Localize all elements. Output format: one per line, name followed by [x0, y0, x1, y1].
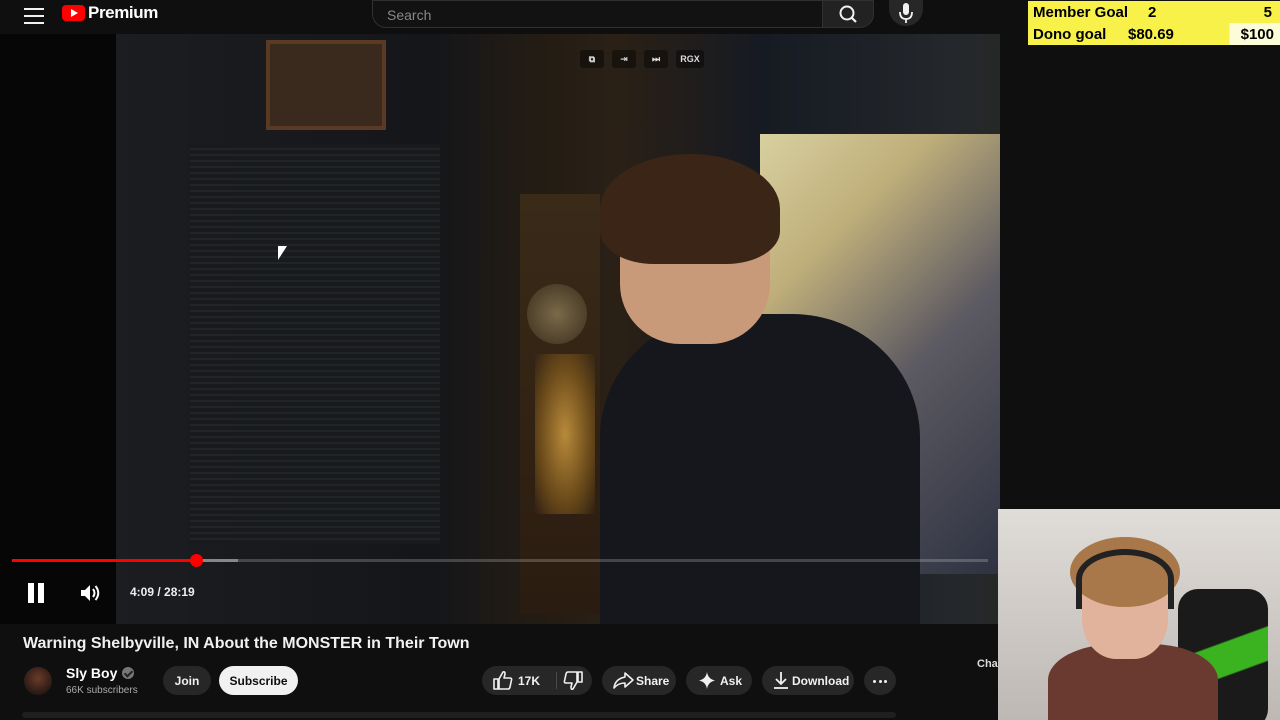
- webcam-overlay: [998, 509, 1280, 720]
- member-goal-target: 5: [1263, 4, 1272, 21]
- download-label: Download: [792, 674, 850, 688]
- verified-icon: [122, 667, 135, 679]
- more-actions-button[interactable]: [864, 666, 896, 695]
- headset: [1076, 549, 1174, 609]
- search-icon: [839, 5, 857, 23]
- ask-label: Ask: [720, 674, 743, 688]
- logo-text: Premium: [88, 3, 158, 22]
- volume-button[interactable]: [78, 582, 102, 604]
- avatar[interactable]: [24, 667, 52, 695]
- like-dislike-group: 17K: [482, 666, 592, 695]
- channel-name-text[interactable]: Sly Boy: [66, 665, 117, 681]
- volume-icon: [81, 585, 100, 601]
- youtube-premium-logo[interactable]: Premium: [62, 1, 158, 25]
- dono-goal-current: $80.69: [1128, 26, 1174, 43]
- wall-picture: [266, 40, 386, 130]
- search-button[interactable]: [822, 0, 874, 28]
- exit-icon[interactable]: ⇥: [612, 50, 636, 68]
- skip-icon[interactable]: ⏭: [644, 50, 668, 68]
- subscribe-button[interactable]: Subscribe: [219, 666, 298, 695]
- dislike-button[interactable]: [558, 666, 592, 695]
- clock-light: [535, 354, 595, 514]
- subscriber-count: 66K subscribers: [66, 685, 138, 696]
- share-label: Share: [636, 674, 670, 688]
- share-icon: [613, 672, 634, 689]
- dono-goal-label: Dono goal: [1033, 26, 1107, 43]
- player-tools: ⧉ ⇥ ⏭ RGX: [580, 50, 704, 68]
- thumbs-down-icon: [563, 671, 583, 691]
- microphone-icon: [899, 3, 913, 23]
- pause-button[interactable]: [24, 580, 48, 606]
- more-dots-icon: [873, 680, 876, 683]
- ask-button[interactable]: Ask: [686, 666, 752, 695]
- member-goal-label: Member Goal: [1033, 4, 1129, 21]
- clock-face: [527, 284, 587, 344]
- share-button[interactable]: Share: [602, 666, 676, 695]
- channel-name[interactable]: Sly Boy: [66, 665, 135, 681]
- video-player[interactable]: ⧉ ⇥ ⏭ RGX 4:09 / 28:19: [0, 34, 1000, 624]
- dono-goal-row: Dono goal $80.69 $100: [1028, 23, 1280, 45]
- divider: [556, 672, 557, 689]
- dono-goal-target: $100: [1240, 26, 1274, 43]
- search-input[interactable]: [385, 5, 809, 25]
- like-button[interactable]: 17K: [482, 666, 555, 695]
- popout-icon[interactable]: ⧉: [580, 50, 604, 68]
- video-title: Warning Shelbyville, IN About the MONSTE…: [23, 635, 470, 652]
- menu-icon[interactable]: [22, 3, 46, 27]
- member-goal-current: 2: [1148, 4, 1157, 21]
- search-box: [372, 0, 823, 28]
- rgx-button[interactable]: RGX: [676, 50, 704, 68]
- youtube-logo-icon: [62, 5, 85, 21]
- progress-bar[interactable]: [12, 554, 988, 567]
- download-icon: [774, 672, 788, 689]
- join-button[interactable]: Join: [163, 666, 211, 695]
- chat-label: Cha: [977, 658, 998, 670]
- sparkle-icon: [699, 672, 715, 689]
- window-blinds: [190, 144, 440, 544]
- time-display: 4:09 / 28:19: [130, 585, 195, 599]
- thumbs-up-icon: [493, 670, 513, 690]
- member-goal-row: Member Goal 2 5: [1028, 1, 1280, 23]
- like-count: 17K: [518, 674, 541, 688]
- stream-goals-overlay: Member Goal 2 5 Dono goal $80.69 $100: [1028, 0, 1280, 46]
- played-bar: [12, 559, 197, 562]
- voice-search-button[interactable]: [889, 0, 923, 26]
- description-scroll-edge: [22, 712, 896, 718]
- mouse-cursor-icon: [278, 246, 287, 260]
- download-button[interactable]: Download: [762, 666, 854, 695]
- person-in-video: [600, 154, 920, 624]
